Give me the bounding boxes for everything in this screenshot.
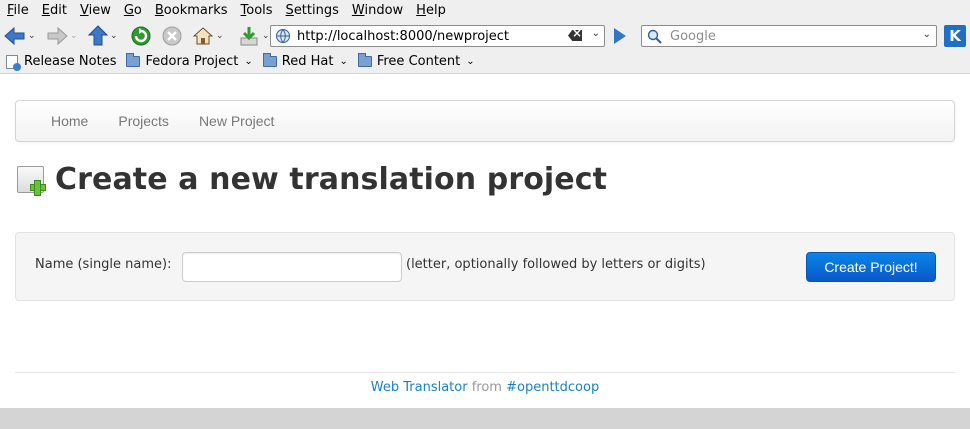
forward-menu-icon[interactable]: ⌄ — [70, 31, 78, 41]
menu-accelerator: V — [79, 3, 89, 18]
project-name-input[interactable] — [182, 252, 402, 282]
menu-accelerator: S — [285, 3, 294, 18]
footer: Web Translator from #openttdcoop — [0, 380, 970, 395]
search-engine-menu-icon[interactable]: ⌄ — [923, 29, 931, 40]
menu-item-file[interactable]: File — [0, 1, 35, 21]
menu-accelerator: B — [154, 3, 164, 18]
menu-accelerator: G — [123, 3, 134, 18]
menu-accelerator: E — [41, 3, 50, 18]
page-heading: Create a new translation project — [17, 162, 607, 197]
menu-label: ettings — [293, 3, 339, 18]
search-placeholder[interactable]: Google — [670, 29, 716, 44]
nav-new-project-link[interactable]: New Project — [184, 113, 289, 129]
search-engine-icon — [647, 29, 662, 44]
url-bar[interactable]: http://localhost:8000/newproject ⌄ — [270, 25, 605, 47]
up-menu-icon[interactable]: ⌄ — [110, 31, 118, 41]
menu-label: elp — [425, 3, 446, 18]
bookmark-red-hat[interactable]: Red Hat ⌄ — [262, 53, 348, 69]
download-icon — [240, 27, 258, 46]
footer-from-text: from — [471, 380, 502, 395]
url-text[interactable]: http://localhost:8000/newproject — [297, 29, 509, 44]
url-history-icon[interactable]: ⌄ — [592, 28, 600, 39]
new-project-form: Name (single name): (letter, optionally … — [15, 232, 955, 301]
bookmark-label: Fedora Project — [145, 54, 239, 69]
menu-label: iew — [88, 3, 111, 18]
menu-label: ookmarks — [163, 3, 228, 18]
menu-item-help[interactable]: Help — [409, 1, 452, 21]
menu-item-settings[interactable]: Settings — [279, 1, 345, 21]
menu-item-window[interactable]: Window — [345, 1, 409, 21]
reload-button[interactable] — [130, 24, 152, 48]
bookmark-page-icon — [6, 54, 21, 71]
menu-label: indow — [364, 3, 404, 18]
folder-icon — [262, 53, 277, 67]
web-translator-link[interactable]: Web Translator — [371, 380, 468, 395]
up-button[interactable]: ⌄ — [88, 24, 118, 48]
forward-button[interactable]: ⌄ — [46, 24, 78, 48]
chevron-down-icon[interactable]: ⌄ — [244, 56, 252, 67]
folder-icon — [126, 53, 141, 67]
menu-label: ile — [13, 3, 29, 18]
site-navbar: Home Projects New Project — [15, 100, 955, 142]
reload-icon — [131, 26, 151, 46]
openttdcoop-link[interactable]: #openttdcoop — [506, 380, 599, 395]
kde-icon[interactable]: K — [944, 25, 966, 47]
navigation-toolbar: ⌄ ⌄ ⌄ ⌄ ⌄ http://localhost:8000/newproje… — [0, 22, 970, 50]
menu-label: o — [133, 3, 142, 18]
home-icon — [192, 27, 214, 45]
home-menu-icon[interactable]: ⌄ — [216, 31, 224, 41]
menu-accelerator: W — [351, 3, 365, 18]
menu-accelerator: H — [416, 3, 426, 18]
menu-item-bookmarks[interactable]: Bookmarks — [148, 1, 234, 21]
back-arrow-icon — [4, 26, 25, 46]
nav-projects-link[interactable]: Projects — [103, 113, 184, 129]
menu-label: dit — [50, 3, 67, 18]
clear-url-icon[interactable] — [568, 30, 582, 41]
bookmark-release-notes[interactable]: Release Notes — [6, 54, 117, 71]
download-button[interactable]: ⌄ — [238, 24, 270, 48]
bookmark-label: Release Notes — [24, 54, 117, 69]
stop-button[interactable] — [161, 24, 183, 48]
nav-home-link[interactable]: Home — [36, 113, 103, 129]
bookmark-label: Red Hat — [281, 54, 334, 69]
chevron-down-icon[interactable]: ⌄ — [339, 56, 347, 67]
web-page: Home Projects New Project Create a new t… — [0, 75, 970, 408]
bookmark-fedora-project[interactable]: Fedora Project ⌄ — [126, 53, 253, 69]
menu-item-view[interactable]: View — [73, 1, 117, 21]
download-menu-icon[interactable]: ⌄ — [262, 31, 270, 41]
home-button[interactable]: ⌄ — [192, 24, 224, 48]
back-menu-icon[interactable]: ⌄ — [28, 31, 36, 41]
search-bar[interactable]: Google ⌄ — [641, 25, 937, 47]
go-icon[interactable] — [614, 28, 626, 44]
name-label: Name (single name): — [35, 257, 172, 272]
chevron-down-icon[interactable]: ⌄ — [466, 56, 474, 67]
menu-label: ools — [246, 3, 273, 18]
up-arrow-icon — [88, 25, 108, 46]
status-bar — [0, 408, 970, 429]
create-project-button[interactable]: Create Project! — [806, 252, 936, 282]
stop-icon — [162, 26, 182, 46]
globe-icon — [276, 29, 290, 43]
page-title: Create a new translation project — [55, 162, 608, 197]
bookmark-label: Free Content — [376, 54, 461, 69]
menu-item-tools[interactable]: Tools — [234, 1, 279, 21]
footer-divider — [15, 372, 955, 373]
forward-arrow-icon — [47, 26, 68, 46]
back-button[interactable]: ⌄ — [4, 24, 36, 48]
menu-bar: File Edit View Go Bookmarks Tools Settings Wind… — [0, 0, 970, 22]
folder-icon — [357, 53, 372, 67]
bookmarks-toolbar: Release Notes Fedora Project ⌄ Red Hat ⌄ Free… — [0, 50, 970, 74]
menu-item-edit[interactable]: Edit — [35, 1, 73, 21]
menu-item-go[interactable]: Go — [117, 1, 148, 21]
new-document-icon — [17, 166, 46, 196]
bookmark-free-content[interactable]: Free Content ⌄ — [357, 53, 475, 69]
name-hint: (letter, optionally followed by letters … — [406, 257, 706, 272]
